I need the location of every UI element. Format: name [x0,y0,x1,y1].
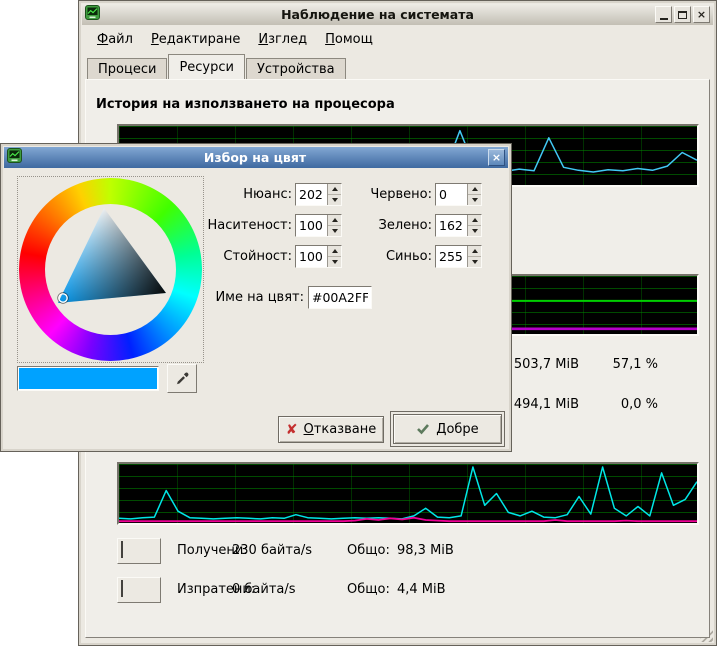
green-label: Зелено: [349,218,432,235]
minimize-button-icon[interactable] [655,6,672,23]
tab-devices[interactable]: Устройства [246,58,346,79]
hue-spinner[interactable] [295,183,342,206]
dialog-title: Избор на цвят [26,150,484,165]
blue-label: Синьо: [349,249,432,266]
desktop: Наблюдение на системата × Файл Редактира… [0,0,717,647]
hue-label: Нюанс: [201,187,292,204]
menu-help[interactable]: Помощ [316,28,382,51]
hue-spin-down-icon[interactable] [328,195,341,205]
saturation-input[interactable] [296,215,327,236]
maximize-button-icon[interactable] [674,6,691,23]
dialog-app-icon [7,148,22,167]
red-input[interactable] [436,184,467,205]
blue-spin-up-icon[interactable] [468,246,481,257]
dialog-titlebar[interactable]: Избор на цвят × [4,147,508,168]
saturation-spinner[interactable] [295,214,342,237]
tab-bar: Процеси Ресурси Устройства [87,54,347,79]
color-preview-fill [19,368,157,389]
hue-spin-up-icon[interactable] [328,184,341,195]
eyedropper-button[interactable] [167,364,197,393]
network-received-row: Получени: 230 байта/s Общо: 98,3 MiB [86,538,709,566]
menubar: Файл Редактиране Изглед Помощ [82,26,713,52]
color-name-label: Име на цвят: [179,290,304,307]
cancel-button[interactable]: ✘ Отказване [278,416,384,443]
sent-total-label: Общо: [347,582,390,597]
blue-spin-down-icon[interactable] [468,257,481,267]
color-selection-dialog: Избор на цвят × [0,143,512,452]
green-spin-down-icon[interactable] [468,226,481,236]
color-name-entry[interactable] [308,286,372,309]
red-label: Червено: [349,187,432,204]
saturation-spin-down-icon[interactable] [328,226,341,236]
value-label: Стойност: [201,249,292,266]
red-spinner[interactable] [435,183,482,206]
dialog-close-icon[interactable]: × [488,149,505,166]
hsv-color-wheel[interactable] [17,176,204,363]
green-spin-up-icon[interactable] [468,215,481,226]
saturation-value-triangle[interactable] [18,177,203,362]
sent-rate: 0 байта/s [232,582,296,597]
network-history-chart [117,462,699,525]
red-spin-up-icon[interactable] [468,184,481,195]
main-titlebar[interactable]: Наблюдение на системата × [82,4,713,25]
cancel-x-icon: ✘ [286,423,298,437]
received-total: 98,3 MiB [397,543,454,558]
menu-edit[interactable]: Редактиране [142,28,249,51]
sent-color-button[interactable] [117,577,161,603]
ok-button-label: Добре [436,422,478,437]
window-controls: × [655,6,710,23]
cancel-button-label: Отказване [304,422,377,437]
received-color-swatch [121,541,123,558]
received-rate: 230 байта/s [232,543,312,558]
ok-check-icon [416,423,430,435]
swap-percent: 0,0 % [586,397,658,412]
color-preview [17,366,159,391]
blue-spinner[interactable] [435,245,482,268]
red-spin-down-icon[interactable] [468,195,481,205]
received-total-label: Общо: [347,543,390,558]
eyedropper-icon [174,371,190,387]
cpu-history-title: История на използването на процесора [96,97,395,112]
menu-file[interactable]: Файл [88,28,142,51]
system-monitor-app-icon [85,5,100,24]
network-sent-row: Изпратени: 0 байта/s Общо: 4,4 MiB [86,577,709,605]
tab-processes[interactable]: Процеси [87,58,167,79]
ok-button[interactable]: Добре [393,414,502,444]
value-spinner[interactable] [295,245,342,268]
close-button-icon[interactable]: × [693,6,710,23]
color-name-input[interactable] [309,287,371,308]
blue-input[interactable] [436,246,467,267]
tab-resources[interactable]: Ресурси [168,54,245,79]
saturation-label: Наситеност: [201,218,292,235]
green-spinner[interactable] [435,214,482,237]
main-window-title: Наблюдение на системата [104,7,651,22]
menu-view[interactable]: Изглед [249,28,316,51]
memory-percent: 57,1 % [586,357,658,372]
saturation-spin-up-icon[interactable] [328,215,341,226]
green-input[interactable] [436,215,467,236]
value-spin-down-icon[interactable] [328,257,341,267]
hue-input[interactable] [296,184,327,205]
sent-total: 4,4 MiB [397,582,446,597]
received-color-button[interactable] [117,538,161,564]
sent-color-swatch [121,580,123,597]
value-spin-up-icon[interactable] [328,246,341,257]
value-input[interactable] [296,246,327,267]
